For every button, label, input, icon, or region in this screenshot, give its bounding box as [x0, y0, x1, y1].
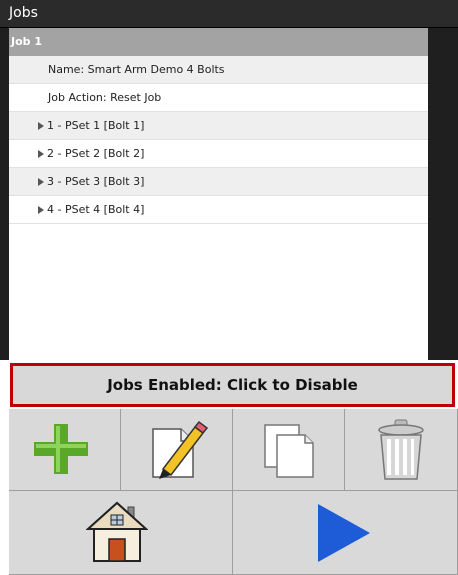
play-icon: [318, 504, 370, 562]
job-tree: Job 1 Name: Smart Arm Demo 4 Bolts Job A…: [9, 28, 428, 360]
plus-icon: [34, 424, 88, 474]
jobs-toggle-button[interactable]: Jobs Enabled: Click to Disable: [10, 363, 455, 407]
pset-label: 1 - PSet 1 [Bolt 1]: [47, 119, 145, 132]
pset-row[interactable]: 1 - PSet 1 [Bolt 1]: [9, 112, 428, 140]
home-icon: [86, 501, 148, 562]
jobs-panel: Job 1 Name: Smart Arm Demo 4 Bolts Job A…: [0, 28, 458, 360]
run-job-button[interactable]: [233, 491, 458, 575]
pset-label: 2 - PSet 2 [Bolt 2]: [47, 147, 145, 160]
pset-row[interactable]: 2 - PSet 2 [Bolt 2]: [9, 140, 428, 168]
job-name-row[interactable]: Name: Smart Arm Demo 4 Bolts: [9, 56, 428, 84]
pset-label: 4 - PSet 4 [Bolt 4]: [47, 203, 145, 216]
copy-job-button[interactable]: [233, 409, 345, 491]
delete-job-button[interactable]: [345, 409, 458, 491]
add-job-button[interactable]: [9, 409, 121, 491]
job-header[interactable]: Job 1: [9, 28, 428, 56]
pset-row[interactable]: 3 - PSet 3 [Bolt 3]: [9, 168, 428, 196]
expand-arrow-icon[interactable]: [38, 122, 44, 130]
window-title: Jobs: [9, 5, 38, 21]
pencil-icon: [152, 420, 209, 479]
trash-icon: [378, 419, 424, 480]
job-action-row[interactable]: Job Action: Reset Job: [9, 84, 428, 112]
toolbar: [9, 409, 458, 575]
expand-arrow-icon[interactable]: [38, 206, 44, 214]
pset-label: 3 - PSet 3 [Bolt 3]: [47, 175, 145, 188]
copy-icon: [264, 424, 314, 478]
pset-row[interactable]: 4 - PSet 4 [Bolt 4]: [9, 196, 428, 224]
edit-job-button[interactable]: [121, 409, 233, 491]
home-button[interactable]: [9, 491, 233, 575]
expand-arrow-icon[interactable]: [38, 178, 44, 186]
window-titlebar: Jobs: [0, 0, 458, 28]
expand-arrow-icon[interactable]: [38, 150, 44, 158]
